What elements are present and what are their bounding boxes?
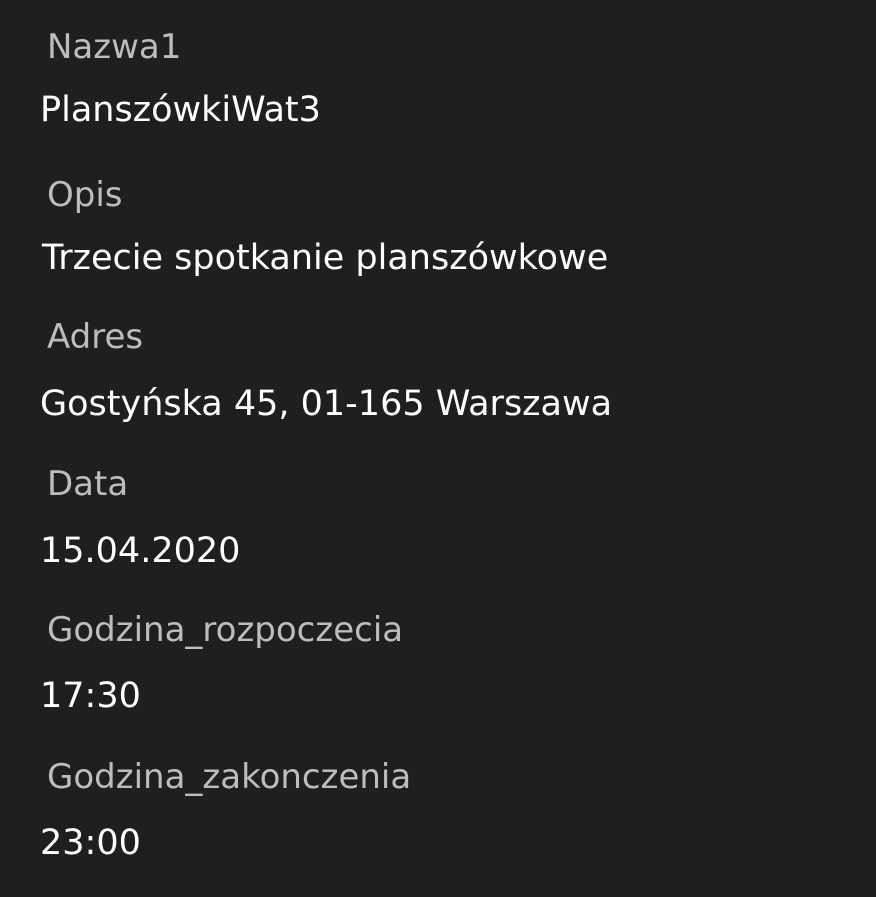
field-value-data: 15.04.2020 — [40, 531, 241, 571]
field-value-godzina-zakonczenia: 23:00 — [40, 823, 141, 863]
field-label-data: Data — [47, 464, 129, 504]
field-label-godzina-zakonczenia: Godzina_zakonczenia — [47, 757, 412, 797]
field-label-nazwa: Nazwa1 — [47, 27, 182, 67]
field-value-godzina-rozpoczecia: 17:30 — [40, 676, 141, 716]
field-label-adres: Adres — [47, 317, 144, 357]
event-details-panel: Nazwa1 PlanszówkiWat3 Opis Trzecie spotk… — [0, 0, 876, 897]
field-label-godzina-rozpoczecia: Godzina_rozpoczecia — [47, 610, 404, 650]
field-label-opis: Opis — [47, 175, 123, 215]
field-value-opis: Trzecie spotkanie planszówkowe — [42, 238, 609, 278]
field-value-adres: Gostyńska 45, 01-165 Warszawa — [40, 384, 613, 424]
field-value-nazwa: PlanszówkiWat3 — [40, 90, 321, 130]
